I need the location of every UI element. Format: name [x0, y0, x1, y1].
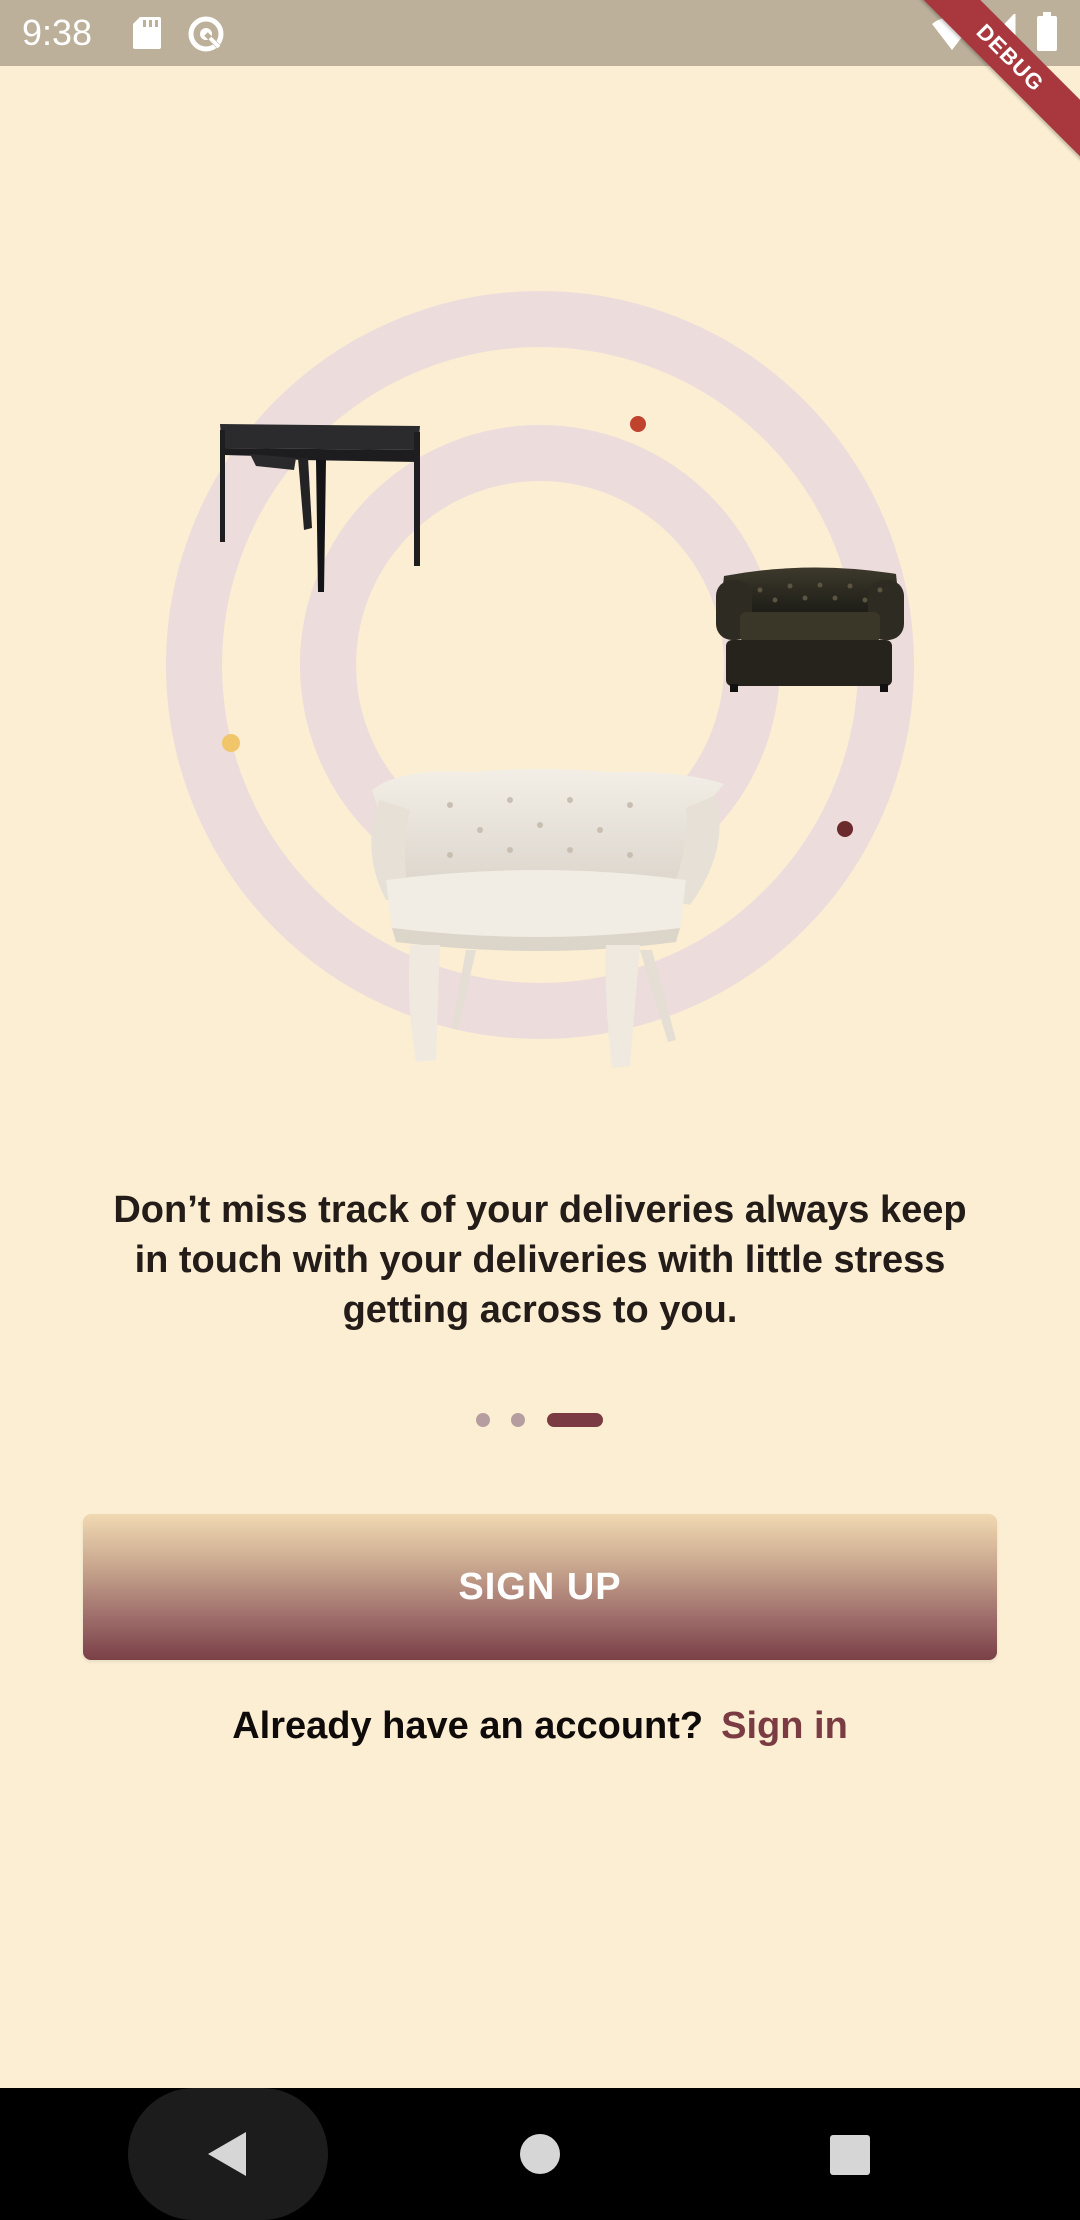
sign-in-prompt: Already have an account?: [232, 1705, 704, 1747]
sign-up-button[interactable]: SIGN UP: [83, 1514, 997, 1660]
data-saver-icon: [186, 14, 226, 59]
recents-icon[interactable]: [829, 2134, 871, 2181]
onboarding-screen: 9:38 DEBUG Don’t miss track of your deli…: [0, 0, 1080, 2220]
orbit-dot-yellow: [222, 734, 240, 752]
page-indicator: [476, 1413, 604, 1427]
sign-in-row: Already have an account? Sign in: [0, 1700, 1080, 1752]
page-dot-2[interactable]: [511, 1413, 525, 1427]
page-dot-1[interactable]: [476, 1413, 490, 1427]
onboarding-description: Don’t miss track of your deliveries alwa…: [113, 1189, 967, 1331]
orbit-dot-maroon: [837, 821, 853, 837]
status-bar: 9:38 DEBUG: [0, 0, 1080, 172]
page-dot-3-active[interactable]: [547, 1413, 603, 1427]
back-icon[interactable]: [204, 2130, 248, 2183]
orbit-dot-red: [630, 416, 646, 432]
illustration-graphic: [166, 291, 914, 1068]
home-icon[interactable]: [519, 2133, 561, 2180]
status-time: 9:38: [22, 12, 93, 53]
sd-card-icon: [132, 16, 162, 55]
sign-in-link[interactable]: Sign in: [721, 1705, 848, 1747]
onboarding-illustration: [0, 250, 1080, 1110]
battery-icon: [1036, 12, 1058, 57]
chesterfield-sofa-icon: [716, 567, 904, 692]
